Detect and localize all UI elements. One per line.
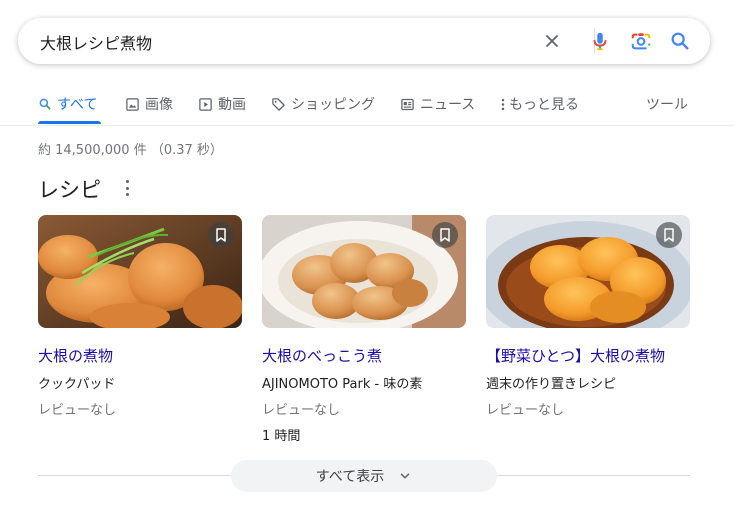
- chevron-down-icon: [398, 469, 412, 483]
- play-icon: [198, 97, 213, 112]
- tab-label: もっと見る: [509, 97, 579, 113]
- active-tab-indicator: [38, 121, 101, 124]
- search-tabs: すべて 画像 動画 ショッピング ニュース もっと見る ツール: [0, 84, 734, 126]
- tab-label: 動画: [218, 97, 246, 113]
- recipe-card[interactable]: 大根のべっこう煮 AJINOMOTO Park - 味の素 レビューなし 1 時…: [262, 215, 466, 447]
- close-icon[interactable]: [540, 29, 564, 53]
- tab-images[interactable]: 画像: [125, 94, 173, 114]
- more-vert-icon: [500, 97, 506, 112]
- tab-label: ショッピング: [291, 97, 375, 113]
- recipe-review: レビューなし: [262, 403, 341, 418]
- news-icon: [400, 97, 415, 112]
- tab-all[interactable]: すべて: [38, 94, 97, 114]
- recipe-title[interactable]: 大根のべっこう煮: [262, 345, 382, 366]
- recipe-time: 1 時間: [262, 429, 301, 444]
- recipe-review: レビューなし: [486, 403, 565, 418]
- recipe-source: AJINOMOTO Park - 味の素: [262, 377, 423, 392]
- tabs-divider: [0, 125, 734, 126]
- recipe-source: 週末の作り置きレシピ: [486, 377, 617, 392]
- search-icon: [38, 97, 52, 111]
- image-icon: [125, 97, 140, 112]
- tag-icon: [271, 97, 286, 112]
- lens-camera-icon[interactable]: [629, 29, 653, 53]
- tab-label: すべて: [57, 97, 98, 113]
- search-input[interactable]: 大根レシピ煮物: [40, 30, 152, 54]
- tab-news[interactable]: ニュース: [400, 94, 475, 114]
- search-bar: 大根レシピ煮物: [18, 18, 710, 64]
- tab-tools[interactable]: ツール: [646, 94, 688, 114]
- more-options-icon[interactable]: [122, 180, 132, 196]
- bookmark-button[interactable]: [432, 222, 458, 248]
- tab-label: ツール: [646, 97, 688, 113]
- tab-shopping[interactable]: ショッピング: [271, 94, 375, 114]
- bookmark-icon: [216, 228, 226, 242]
- recipe-title[interactable]: 大根の煮物: [38, 345, 113, 366]
- show-all-label: すべて表示: [315, 469, 385, 485]
- recipes-heading: レシピ: [38, 178, 101, 202]
- recipe-title[interactable]: 【野菜ひとつ】大根の煮物: [486, 345, 665, 366]
- show-all-button[interactable]: すべて表示: [231, 460, 497, 492]
- mic-icon[interactable]: [588, 29, 612, 53]
- recipe-source: クックパッド: [38, 377, 116, 392]
- recipe-card[interactable]: 【野菜ひとつ】大根の煮物 週末の作り置きレシピ レビューなし: [486, 215, 690, 447]
- result-stats: 約 14,500,000 件 （0.37 秒）: [38, 143, 223, 158]
- recipe-card[interactable]: 大根の煮物 クックパッド レビューなし: [38, 215, 242, 447]
- bookmark-icon: [664, 228, 674, 242]
- search-icon[interactable]: [668, 29, 692, 53]
- bookmark-button[interactable]: [656, 222, 682, 248]
- bookmark-button[interactable]: [208, 222, 234, 248]
- recipe-review: レビューなし: [38, 403, 117, 418]
- tab-label: ニュース: [420, 97, 476, 113]
- tab-label: 画像: [145, 97, 173, 113]
- tab-more[interactable]: もっと見る: [500, 94, 579, 114]
- bookmark-icon: [440, 228, 450, 242]
- tab-videos[interactable]: 動画: [198, 94, 246, 114]
